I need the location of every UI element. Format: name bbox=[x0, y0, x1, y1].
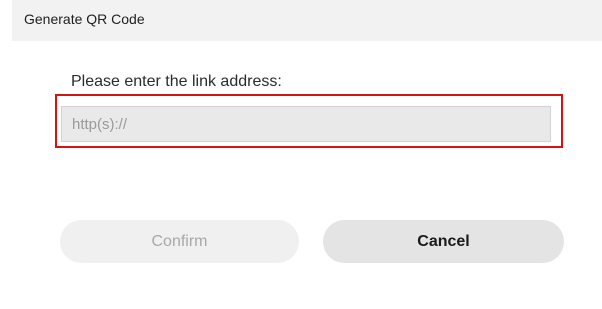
dialog-title: Generate QR Code bbox=[24, 11, 145, 27]
link-address-input[interactable] bbox=[61, 106, 551, 142]
confirm-button[interactable]: Confirm bbox=[60, 220, 299, 263]
link-address-label: Please enter the link address: bbox=[71, 73, 282, 90]
generate-qr-code-dialog: Generate QR Code Please enter the link a… bbox=[0, 0, 602, 309]
dialog-title-bar: Generate QR Code bbox=[12, 0, 602, 41]
cancel-button[interactable]: Cancel bbox=[323, 220, 564, 263]
